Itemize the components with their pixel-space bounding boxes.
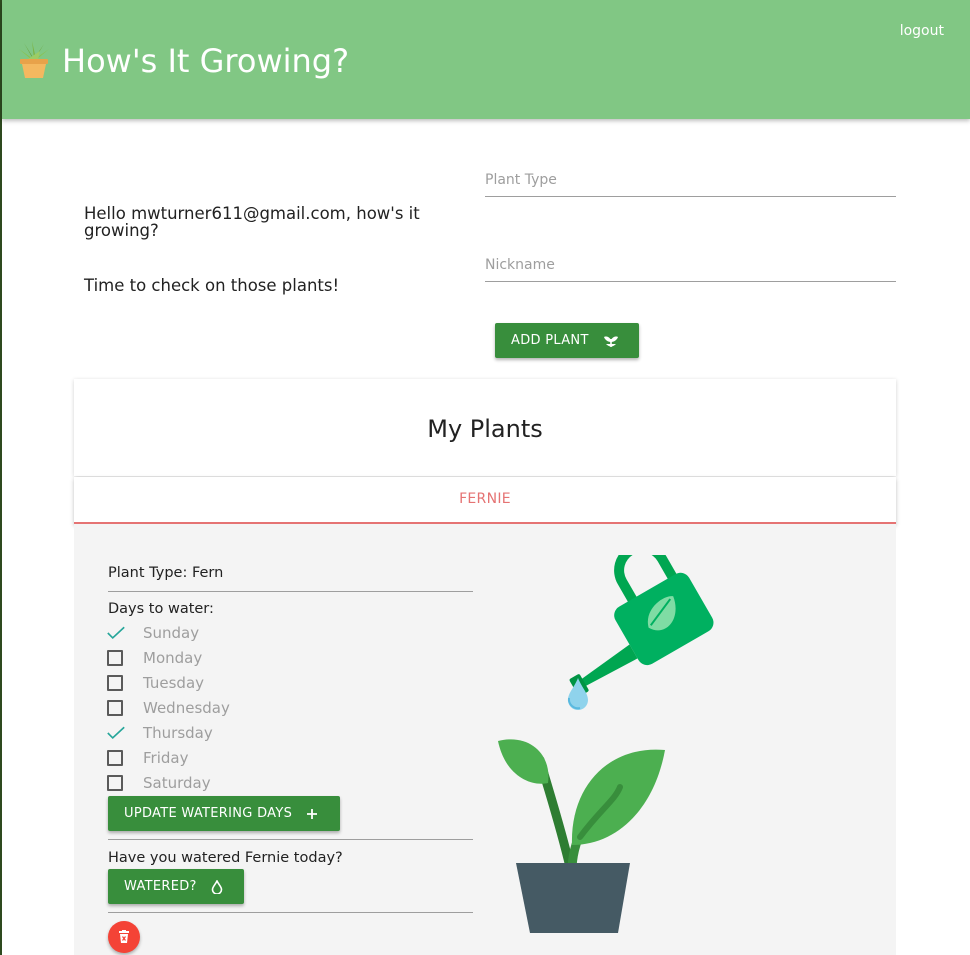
- day-checkbox-saturday[interactable]: Saturday: [107, 772, 211, 794]
- delete-plant-button[interactable]: [108, 921, 140, 953]
- checkbox-empty-icon: [107, 750, 123, 766]
- update-watering-days-label: UPDATE WATERING DAYS: [124, 806, 293, 821]
- checkbox-empty-icon: [107, 650, 123, 666]
- plant-type-field[interactable]: [485, 166, 896, 197]
- day-checkbox-tuesday[interactable]: Tuesday: [107, 672, 204, 694]
- divider: [108, 839, 473, 840]
- water-drop-icon: [211, 879, 223, 894]
- add-plant-button-label: ADD PLANT: [511, 333, 589, 348]
- watered-button[interactable]: WATERED?: [108, 869, 244, 904]
- potted-plant-logo-icon: [19, 41, 49, 78]
- checkbox-empty-icon: [107, 775, 123, 791]
- day-checkbox-wednesday[interactable]: Wednesday: [107, 697, 230, 719]
- my-plants-heading: My Plants: [427, 415, 543, 443]
- checkbox-empty-icon: [107, 675, 123, 691]
- day-label-tuesday: Tuesday: [143, 674, 205, 692]
- tab-fernie[interactable]: FERNIE: [74, 477, 896, 524]
- plant-type-label: Plant Type: Fern: [108, 565, 224, 581]
- day-label-sunday: Sunday: [143, 624, 200, 642]
- day-label-thursday: Thursday: [143, 724, 213, 742]
- app-header: How's It Growing? logout: [2, 0, 970, 119]
- day-label-saturday: Saturday: [143, 774, 211, 792]
- divider: [108, 912, 473, 913]
- nickname-field[interactable]: [485, 251, 896, 282]
- watering-can-and-plant-illustration: [498, 555, 714, 933]
- update-watering-days-button[interactable]: UPDATE WATERING DAYS: [108, 796, 340, 831]
- day-checkbox-thursday[interactable]: Thursday: [107, 722, 213, 744]
- subtitle-text: Time to check on those plants!: [84, 276, 340, 295]
- trash-icon: [119, 930, 129, 943]
- watered-question: Have you watered Fernie today?: [108, 850, 343, 866]
- add-plant-button[interactable]: ADD PLANT: [495, 323, 639, 358]
- logout-link[interactable]: logout: [900, 23, 944, 39]
- day-label-friday: Friday: [143, 749, 189, 767]
- day-checkbox-monday[interactable]: Monday: [107, 647, 202, 669]
- day-label-monday: Monday: [143, 649, 203, 667]
- greeting-text: Hello mwturner611@gmail.com, how's it gr…: [84, 204, 420, 240]
- watered-button-label: WATERED?: [124, 879, 197, 894]
- divider: [108, 591, 473, 592]
- nickname-input[interactable]: [485, 251, 896, 279]
- plant-type-input[interactable]: [485, 166, 896, 194]
- days-to-water-label: Days to water:: [108, 601, 214, 617]
- day-checkbox-friday[interactable]: Friday: [107, 747, 188, 769]
- day-checkbox-sunday[interactable]: Sunday: [107, 622, 199, 644]
- checkmark-icon: [107, 726, 125, 740]
- checkbox-empty-icon: [107, 700, 123, 716]
- my-plants-card: My Plants: [74, 379, 896, 476]
- day-label-wednesday: Wednesday: [143, 699, 230, 717]
- plus-icon: [306, 808, 318, 820]
- sprout-icon: [603, 334, 619, 348]
- left-edge-border: [0, 0, 2, 955]
- app-title: How's It Growing?: [62, 42, 350, 80]
- checkmark-icon: [107, 626, 125, 640]
